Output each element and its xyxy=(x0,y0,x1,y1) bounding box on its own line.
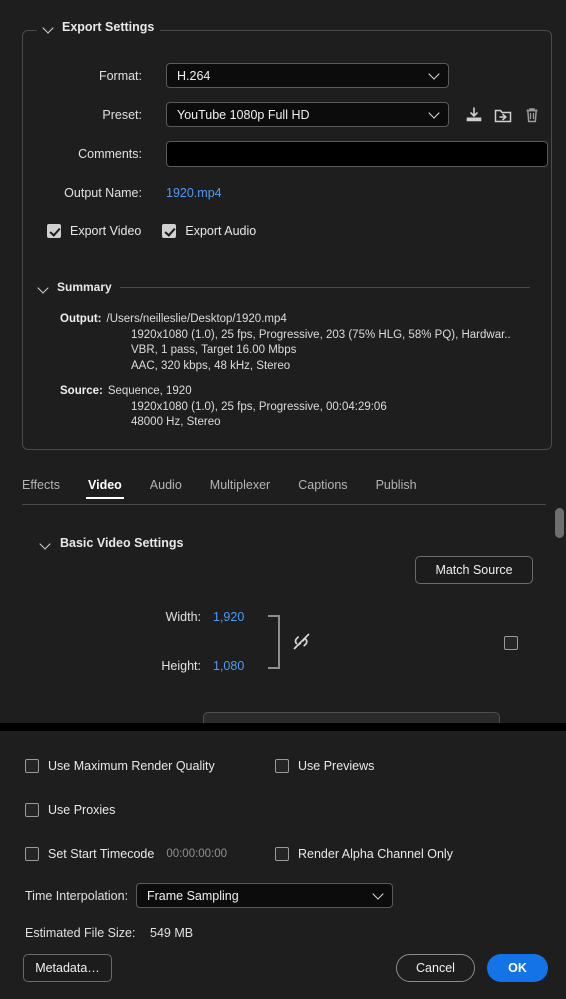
time-interpolation-value: Frame Sampling xyxy=(147,888,239,903)
time-interpolation-select[interactable]: Frame Sampling xyxy=(136,883,393,908)
max-render-quality-label: Use Maximum Render Quality xyxy=(48,759,215,773)
tab-video[interactable]: Video xyxy=(74,478,136,499)
checkbox-icon xyxy=(275,759,289,773)
summary-source-line-2: 1920x1080 (1.0), 25 fps, Progressive, 00… xyxy=(131,400,387,413)
width-row: Width: 1,920 xyxy=(155,610,245,624)
comments-row: Comments: xyxy=(22,141,552,167)
export-audio-label: Export Audio xyxy=(185,224,257,238)
height-row: Height: 1,080 xyxy=(148,659,244,673)
save-preset-icon[interactable] xyxy=(464,105,484,125)
summary-title: Summary xyxy=(57,280,112,294)
estimated-file-size-value: 549 MB xyxy=(150,926,194,940)
render-alpha-only-checkbox[interactable]: Render Alpha Channel Only xyxy=(275,847,453,861)
format-row: Format: H.264 xyxy=(22,63,552,88)
summary-header[interactable]: Summary xyxy=(38,280,530,294)
use-previews-label: Use Previews xyxy=(298,759,375,773)
dimension-bracket xyxy=(268,615,280,669)
preset-label: Preset: xyxy=(102,107,142,122)
preset-value: YouTube 1080p Full HD xyxy=(177,107,310,122)
checkbox-icon xyxy=(25,847,39,861)
tab-publish[interactable]: Publish xyxy=(362,478,431,499)
chevron-down-icon[interactable] xyxy=(38,282,49,293)
summary-output-line-4: AAC, 320 kbps, 48 kHz, Stereo xyxy=(131,359,291,372)
format-value: H.264 xyxy=(177,68,211,83)
tab-multiplexer[interactable]: Multiplexer xyxy=(196,478,284,499)
settings-tabs: Effects Video Audio Multiplexer Captions… xyxy=(18,478,548,499)
set-start-timecode-checkbox[interactable]: Set Start Timecode 00:00:00:00 xyxy=(25,847,227,861)
format-select[interactable]: H.264 xyxy=(166,63,449,88)
export-audio-checkbox[interactable]: Export Audio xyxy=(162,224,256,238)
summary-output-path: /Users/neilleslie/Desktop/1920.mp4 xyxy=(106,313,287,325)
dialog-footer-panel: Use Maximum Render Quality Use Previews … xyxy=(0,730,566,999)
summary-output-line-3: VBR, 1 pass, Target 16.00 Mbps xyxy=(131,344,297,356)
use-proxies-label: Use Proxies xyxy=(48,803,116,817)
cancel-button[interactable]: Cancel xyxy=(396,954,475,982)
match-source-button[interactable]: Match Source xyxy=(415,556,533,584)
tab-captions[interactable]: Captions xyxy=(284,478,361,499)
settings-scroll-area[interactable]: Export Settings Format: H.264 Preset: Yo… xyxy=(0,0,566,723)
checkbox-icon xyxy=(275,847,289,861)
height-value[interactable]: 1,080 xyxy=(213,659,244,673)
tabs-divider xyxy=(22,504,546,505)
width-label: Width: xyxy=(165,610,201,624)
width-value[interactable]: 1,920 xyxy=(213,610,244,624)
export-video-label: Export Video xyxy=(70,224,142,238)
preset-select[interactable]: YouTube 1080p Full HD xyxy=(166,102,449,127)
summary-divider xyxy=(119,286,530,288)
max-render-quality-checkbox[interactable]: Use Maximum Render Quality xyxy=(25,759,215,773)
basic-video-settings-header[interactable]: Basic Video Settings xyxy=(40,536,183,550)
export-video-checkbox[interactable]: Export Video xyxy=(47,224,141,238)
vertical-scrollbar-track[interactable] xyxy=(555,508,564,720)
summary-source-block: Source: Sequence, 1920 1920x1080 (1.0), … xyxy=(60,384,530,431)
metadata-button[interactable]: Metadata… xyxy=(23,954,112,982)
summary-output-line-2: 1920x1080 (1.0), 25 fps, Progressive, 20… xyxy=(131,328,511,341)
chevron-down-icon[interactable] xyxy=(40,538,51,549)
output-name-row: Output Name: 1920.mp4 xyxy=(22,186,552,200)
output-name-value[interactable]: 1920.mp4 xyxy=(166,186,222,200)
checkbox-icon xyxy=(25,759,39,773)
chevron-down-icon[interactable] xyxy=(43,22,54,33)
summary-source-key: Source: xyxy=(60,385,103,397)
panel-separator xyxy=(0,723,566,730)
checkbox-icon xyxy=(162,224,177,238)
tab-effects[interactable]: Effects xyxy=(18,478,74,499)
height-label: Height: xyxy=(161,659,201,673)
vertical-scrollbar-thumb[interactable] xyxy=(555,508,564,538)
comments-label: Comments: xyxy=(78,147,142,161)
start-timecode-value[interactable]: 00:00:00:00 xyxy=(166,848,227,860)
import-preset-icon[interactable] xyxy=(493,105,513,125)
export-settings-title: Export Settings xyxy=(62,20,155,34)
export-toggles-row: Export Video Export Audio xyxy=(47,224,256,238)
checkbox-icon xyxy=(25,803,39,817)
chevron-down-icon xyxy=(374,890,383,899)
broken-link-icon[interactable] xyxy=(290,630,314,659)
chevron-down-icon xyxy=(430,70,439,79)
export-settings-dialog: Export Settings Format: H.264 Preset: Yo… xyxy=(0,0,566,999)
basic-video-settings-title: Basic Video Settings xyxy=(60,536,184,550)
summary-source-line-3: 48000 Hz, Stereo xyxy=(131,416,221,428)
use-proxies-checkbox[interactable]: Use Proxies xyxy=(25,803,115,817)
delete-preset-icon[interactable] xyxy=(522,105,542,125)
tab-audio[interactable]: Audio xyxy=(136,478,196,499)
output-name-label: Output Name: xyxy=(64,186,142,200)
comments-input[interactable] xyxy=(166,141,548,167)
summary-source-line-1: Sequence, 1920 xyxy=(107,385,192,397)
clipped-control-peek[interactable] xyxy=(203,712,500,723)
export-settings-header[interactable]: Export Settings xyxy=(37,20,161,34)
set-start-timecode-label: Set Start Timecode xyxy=(48,847,155,861)
chevron-down-icon xyxy=(430,109,439,118)
ok-button[interactable]: OK xyxy=(487,954,548,982)
render-alpha-only-label: Render Alpha Channel Only xyxy=(298,847,453,861)
use-previews-checkbox[interactable]: Use Previews xyxy=(275,759,374,773)
summary-output-key: Output: xyxy=(60,313,102,325)
time-interpolation-label: Time Interpolation: xyxy=(25,889,129,903)
preset-row: Preset: YouTube 1080p Full HD xyxy=(22,102,552,127)
aspect-ratio-checkbox[interactable] xyxy=(504,636,518,650)
checkbox-icon xyxy=(47,224,61,238)
estimated-file-size-label: Estimated File Size: xyxy=(25,926,136,940)
format-label: Format: xyxy=(98,68,142,83)
summary-output-block: Output: /Users/neilleslie/Desktop/1920.m… xyxy=(60,312,530,374)
